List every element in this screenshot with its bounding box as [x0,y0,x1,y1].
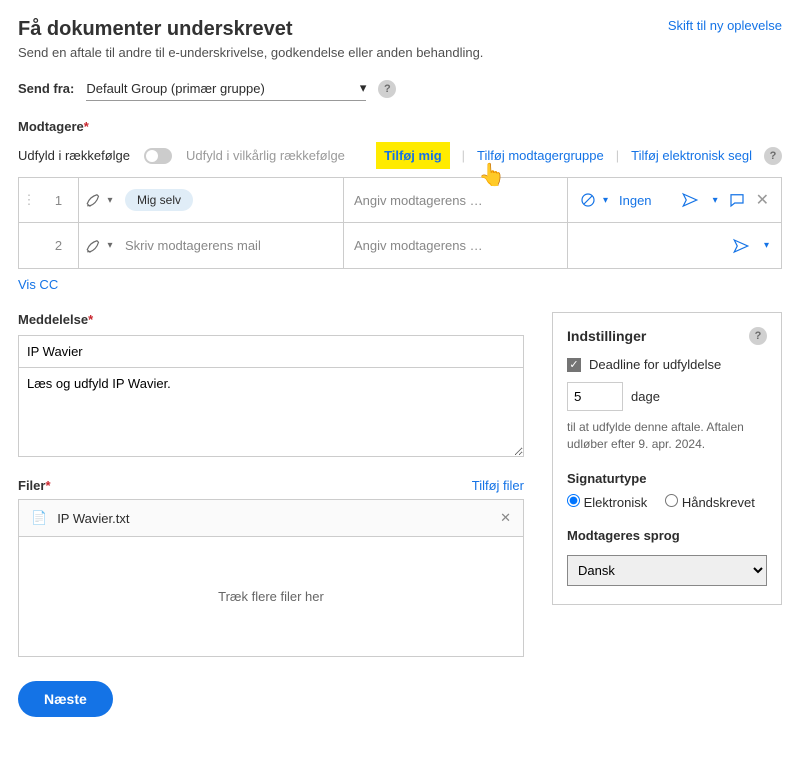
page-subtitle: Send en aftale til andre til e-underskri… [18,45,483,60]
days-suffix: dage [631,389,660,404]
add-seal-link[interactable]: Tilføj elektronisk segl [631,148,752,163]
help-icon[interactable]: ? [764,147,782,165]
switch-experience-link[interactable]: Skift til ny oplevelse [668,18,782,33]
send-from-label: Send fra: [18,81,74,96]
order-strict-label: Udfyld i rækkefølge [18,148,130,163]
settings-panel: Indstillinger ? ✓ Deadline for udfyldels… [552,312,782,605]
help-icon[interactable]: ? [749,327,767,345]
chevron-down-icon: ▾ [360,80,367,96]
sig-electronic-radio[interactable]: Elektronisk [567,494,647,510]
recipient-name-input[interactable]: Angiv modtagerens … [343,223,567,268]
message-icon[interactable] [728,191,746,209]
message-body-input[interactable]: Læs og udfyld IP Wavier. [18,367,524,457]
show-cc-link[interactable]: Vis CC [18,277,58,292]
file-item: 📄 IP Wavier.txt ✕ [18,499,524,537]
signature-type-title: Signaturtype [567,471,767,486]
send-icon[interactable] [732,237,750,255]
recipient-email[interactable]: Mig selv [119,189,343,211]
remove-recipient-icon[interactable]: ✕ [756,190,769,210]
add-files-link[interactable]: Tilføj filer [472,478,524,493]
deadline-fineprint: til at udfylde denne aftale. Aftalen udl… [567,419,767,453]
recipient-email-input[interactable]: Skriv modtagerens mail [119,238,343,253]
files-label: Filer* [18,478,51,493]
order-any-label: Udfyld i vilkårlig rækkefølge [186,148,345,163]
deadline-days-input[interactable] [567,382,623,411]
recipient-row: 2 ▾ Skriv modtagerens mail Angiv modtage… [18,223,782,269]
no-seal-icon [579,191,597,209]
order-toggle[interactable] [144,148,172,164]
recipient-number: 2 [39,223,79,268]
deadline-checkbox[interactable]: ✓ [567,358,581,372]
file-dropzone[interactable]: Træk flere filer her [18,537,524,657]
send-from-value: Default Group (primær gruppe) [86,81,264,96]
drag-handle-icon[interactable]: ⋮ [19,192,39,208]
auth-method[interactable]: Ingen [619,193,661,208]
settings-title: Indstillinger [567,328,646,344]
auth-icon-cell[interactable]: ▾ [567,178,619,222]
role-selector[interactable]: ▾ [79,191,119,209]
add-me-link[interactable]: Tilføj mig [376,142,450,169]
role-selector[interactable]: ▾ [79,237,119,255]
pen-icon [85,237,103,255]
remove-file-icon[interactable]: ✕ [500,510,511,526]
pen-icon [85,191,103,209]
file-name: IP Wavier.txt [57,511,129,526]
recipient-row: ⋮ 1 ▾ Mig selv Angiv modtagerens … ▾ Ing… [18,177,782,223]
page-title: Få dokumenter underskrevet [18,18,483,41]
message-subject-input[interactable] [18,335,524,368]
message-label: Meddelelse* [18,312,524,327]
add-recipient-group-link[interactable]: Tilføj modtagergruppe [477,148,604,163]
help-icon[interactable]: ? [378,80,396,98]
recipient-name-input[interactable]: Angiv modtagerens … [343,178,567,222]
file-icon: 📄 [31,510,47,526]
self-chip: Mig selv [125,189,193,211]
recipient-number: 1 [39,178,79,222]
sig-hand-radio[interactable]: Håndskrevet [665,494,755,510]
send-from-select[interactable]: Default Group (primær gruppe) ▾ [86,76,366,101]
send-icon[interactable] [681,191,699,209]
recipients-label: Modtagere* [18,119,782,134]
next-button[interactable]: Næste [18,681,113,717]
language-select[interactable]: Dansk [567,555,767,586]
language-title: Modtageres sprog [567,528,767,543]
deadline-label: Deadline for udfyldelse [589,357,721,372]
